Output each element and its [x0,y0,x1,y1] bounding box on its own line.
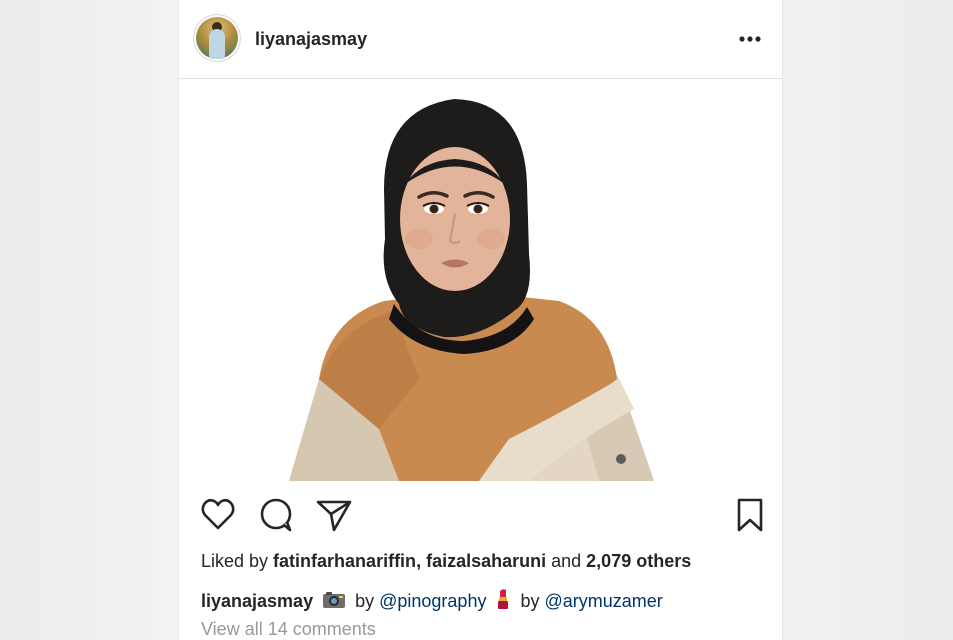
mention-pinography[interactable]: @pinography [379,591,486,611]
share-icon[interactable] [315,492,353,538]
more-options-icon[interactable] [737,26,763,52]
post-username[interactable]: liyanajasmay [255,29,367,50]
likes-line: Liked by fatinfarhanariffin, faizalsahar… [201,551,691,572]
view-all-comments-link[interactable]: View all 14 comments [201,619,376,640]
heart-icon[interactable] [199,492,237,538]
mention-arymuzamer[interactable]: @arymuzamer [544,591,662,611]
post-header: liyanajasmay [179,0,782,79]
liker-2[interactable]: faizalsaharuni [426,551,546,571]
liker-1[interactable]: fatinfarhanariffin [273,551,416,571]
caption-by-1: by [350,591,380,611]
camera-emoji-icon [323,592,346,608]
likes-separator: , [416,551,427,571]
caption-by-2: by [515,591,545,611]
caption-line: liyanajasmay by @pinography by @arymuzam… [201,588,663,612]
likes-prefix: Liked by [201,551,274,571]
comment-icon[interactable] [257,492,295,538]
likes-and: and [546,551,587,571]
likes-count[interactable]: 2,079 others [586,551,691,571]
lipstick-emoji-icon [498,589,509,609]
user-avatar[interactable] [194,15,240,61]
bookmark-icon[interactable] [731,492,769,538]
post-photo[interactable] [179,79,782,481]
instagram-post-card: liyanajasmay Liked by fatinfarhanariffin… [178,0,783,640]
caption-username[interactable]: liyanajasmay [201,591,313,611]
portrait-illustration [289,99,654,481]
post-actions [179,492,782,538]
